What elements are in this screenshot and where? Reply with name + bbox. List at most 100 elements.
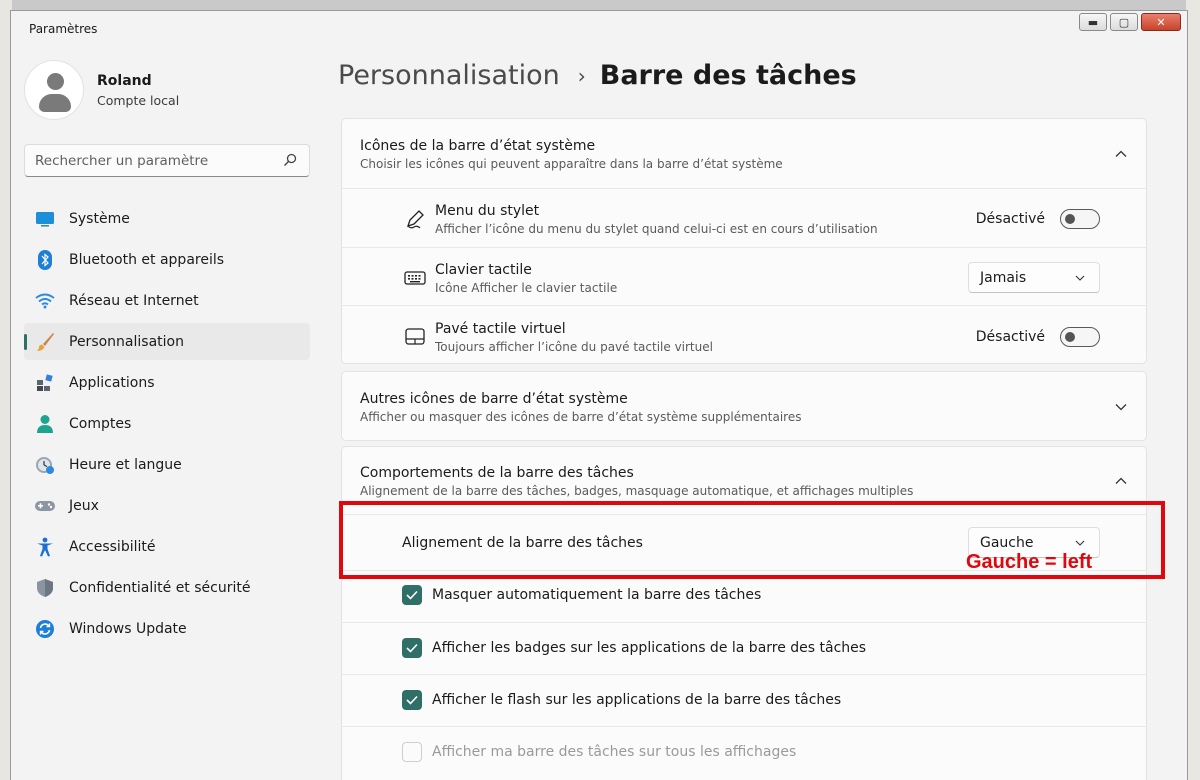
avatar-body-icon (39, 94, 71, 112)
checkbox-label: Afficher ma barre des tâches sur tous le… (432, 744, 797, 760)
touch-keyboard-dropdown[interactable]: Jamais (968, 262, 1100, 293)
pen-menu-toggle[interactable] (1060, 209, 1100, 229)
toggle-knob (1065, 332, 1075, 342)
sidebar-item-label: Réseau et Internet (69, 292, 199, 309)
touchpad-icon (405, 328, 425, 345)
checkmark-icon (406, 590, 418, 600)
sidebar-item-label: Jeux (69, 497, 99, 514)
sidebar-item-reseau[interactable]: Réseau et Internet (24, 282, 310, 319)
maximize-icon: ▢ (1118, 15, 1130, 29)
toggle-state-label: Désactivé (975, 329, 1045, 345)
close-icon: ✕ (1156, 15, 1166, 29)
wifi-icon (34, 290, 56, 312)
checkbox-label: Afficher les badges sur les applications… (432, 640, 867, 656)
card-title: Comportements de la barre des tâches (360, 465, 634, 481)
avatar-head-icon (47, 73, 64, 90)
accessibility-icon (34, 536, 56, 558)
sidebar-item-label: Comptes (69, 415, 132, 432)
breadcrumb-parent[interactable]: Personnalisation (338, 60, 560, 91)
sidebar-item-label: Windows Update (69, 620, 187, 637)
keyboard-icon (404, 271, 426, 285)
card-title: Autres icônes de barre d’état système (360, 391, 628, 407)
profile-name: Roland (97, 72, 152, 89)
sidebar-item-label: Système (69, 210, 130, 227)
auto-hide-checkbox[interactable] (402, 585, 422, 605)
window-title: Paramètres (29, 22, 98, 36)
breadcrumb-separator-icon: › (577, 63, 586, 88)
sidebar-item-label: Personnalisation (69, 333, 184, 350)
sidebar-item-label: Confidentialité et sécurité (69, 579, 251, 596)
row-title: Clavier tactile (435, 262, 532, 278)
brush-icon (34, 331, 56, 353)
profile-account-type: Compte local (97, 92, 180, 108)
setting-row-all-displays: Afficher ma barre des tâches sur tous le… (341, 726, 1147, 780)
system-tray-icons-header[interactable]: Icônes de la barre d’état système Choisi… (342, 119, 1146, 189)
apps-icon (34, 372, 56, 394)
page-title: Barre des tâches (599, 60, 857, 91)
toggle-state-label: Désactivé (975, 211, 1045, 227)
sidebar-item-applications[interactable]: Applications (24, 364, 310, 401)
search-input[interactable] (25, 145, 275, 176)
bluetooth-icon (34, 249, 56, 271)
person-icon (34, 413, 56, 435)
checkbox-label: Afficher le flash sur les applications d… (432, 692, 842, 708)
sidebar-item-personnalisation[interactable]: Personnalisation (24, 323, 310, 360)
flash-checkbox[interactable] (402, 690, 422, 710)
breadcrumb: Personnalisation › Barre des tâches (338, 60, 857, 91)
sidebar-item-windows-update[interactable]: Windows Update (24, 610, 310, 647)
all-displays-checkbox[interactable] (402, 742, 422, 762)
sidebar-item-comptes[interactable]: Comptes (24, 405, 310, 442)
setting-row-badges: Afficher les badges sur les applications… (341, 622, 1147, 674)
checkmark-icon (406, 643, 418, 653)
title-bar[interactable]: Paramètres ▬ ▢ ✕ (11, 11, 1187, 47)
dropdown-value: Jamais (980, 270, 1027, 286)
sidebar-item-jeux[interactable]: Jeux (24, 487, 310, 524)
virtual-touchpad-toggle[interactable] (1060, 327, 1100, 347)
sidebar-item-label: Bluetooth et appareils (69, 251, 225, 268)
setting-row-touch-keyboard: Clavier tactile Icône Afficher le clavie… (341, 247, 1147, 305)
checkmark-icon (406, 695, 418, 705)
background-right (1186, 0, 1200, 780)
user-profile[interactable]: Roland Compte local (24, 60, 179, 120)
window-controls: ▬ ▢ ✕ (1079, 13, 1181, 31)
card-subtitle: Alignement de la barre des tâches, badge… (360, 484, 914, 498)
sidebar-item-confidentialite[interactable]: Confidentialité et sécurité (24, 569, 310, 606)
sidebar-item-label: Accessibilité (69, 538, 156, 555)
minimize-icon: ▬ (1087, 15, 1099, 29)
badges-checkbox[interactable] (402, 638, 422, 658)
chevron-down-icon[interactable] (1114, 400, 1128, 414)
chevron-up-icon[interactable] (1114, 147, 1128, 161)
setting-row-flash: Afficher le flash sur les applications d… (341, 674, 1147, 726)
sidebar-item-label: Heure et langue (69, 456, 182, 473)
search-icon[interactable] (283, 153, 297, 167)
update-icon (34, 618, 56, 640)
card-title: Icônes de la barre d’état système (360, 138, 596, 154)
card-other-tray-icons[interactable]: Autres icônes de barre d’état système Af… (341, 371, 1147, 441)
search-box (24, 144, 310, 177)
maximize-button[interactable]: ▢ (1110, 13, 1138, 31)
minimize-button[interactable]: ▬ (1079, 13, 1107, 31)
sidebar-item-systeme[interactable]: Système (24, 200, 310, 237)
clock-globe-icon (34, 454, 56, 476)
chevron-up-icon[interactable] (1114, 474, 1128, 488)
sidebar-item-accessibilite[interactable]: Accessibilité (24, 528, 310, 565)
monitor-icon (34, 208, 56, 230)
sidebar-item-heure-langue[interactable]: Heure et langue (24, 446, 310, 483)
chevron-down-icon (1075, 275, 1085, 281)
row-title: Menu du stylet (435, 203, 540, 219)
close-button[interactable]: ✕ (1141, 13, 1181, 31)
row-title: Pavé tactile virtuel (435, 321, 566, 337)
row-subtitle: Toujours afficher l’icône du pavé tactil… (435, 340, 713, 354)
checkbox-label: Masquer automatiquement la barre des tâc… (432, 587, 762, 603)
toggle-knob (1065, 214, 1075, 224)
card-subtitle: Choisir les icônes qui peuvent apparaîtr… (360, 157, 783, 171)
row-subtitle: Icône Afficher le clavier tactile (435, 281, 618, 295)
pen-icon (406, 210, 424, 229)
sidebar-item-bluetooth[interactable]: Bluetooth et appareils (24, 241, 310, 278)
card-subtitle: Afficher ou masquer des icônes de barre … (360, 410, 802, 424)
sidebar-nav: Système Bluetooth et appareils Réseau et… (24, 200, 310, 651)
setting-row-virtual-touchpad: Pavé tactile virtuel Toujours afficher l… (341, 305, 1147, 364)
shield-icon (34, 577, 56, 599)
gamepad-icon (34, 495, 56, 517)
row-subtitle: Afficher l’icône du menu du stylet quand… (435, 222, 878, 236)
